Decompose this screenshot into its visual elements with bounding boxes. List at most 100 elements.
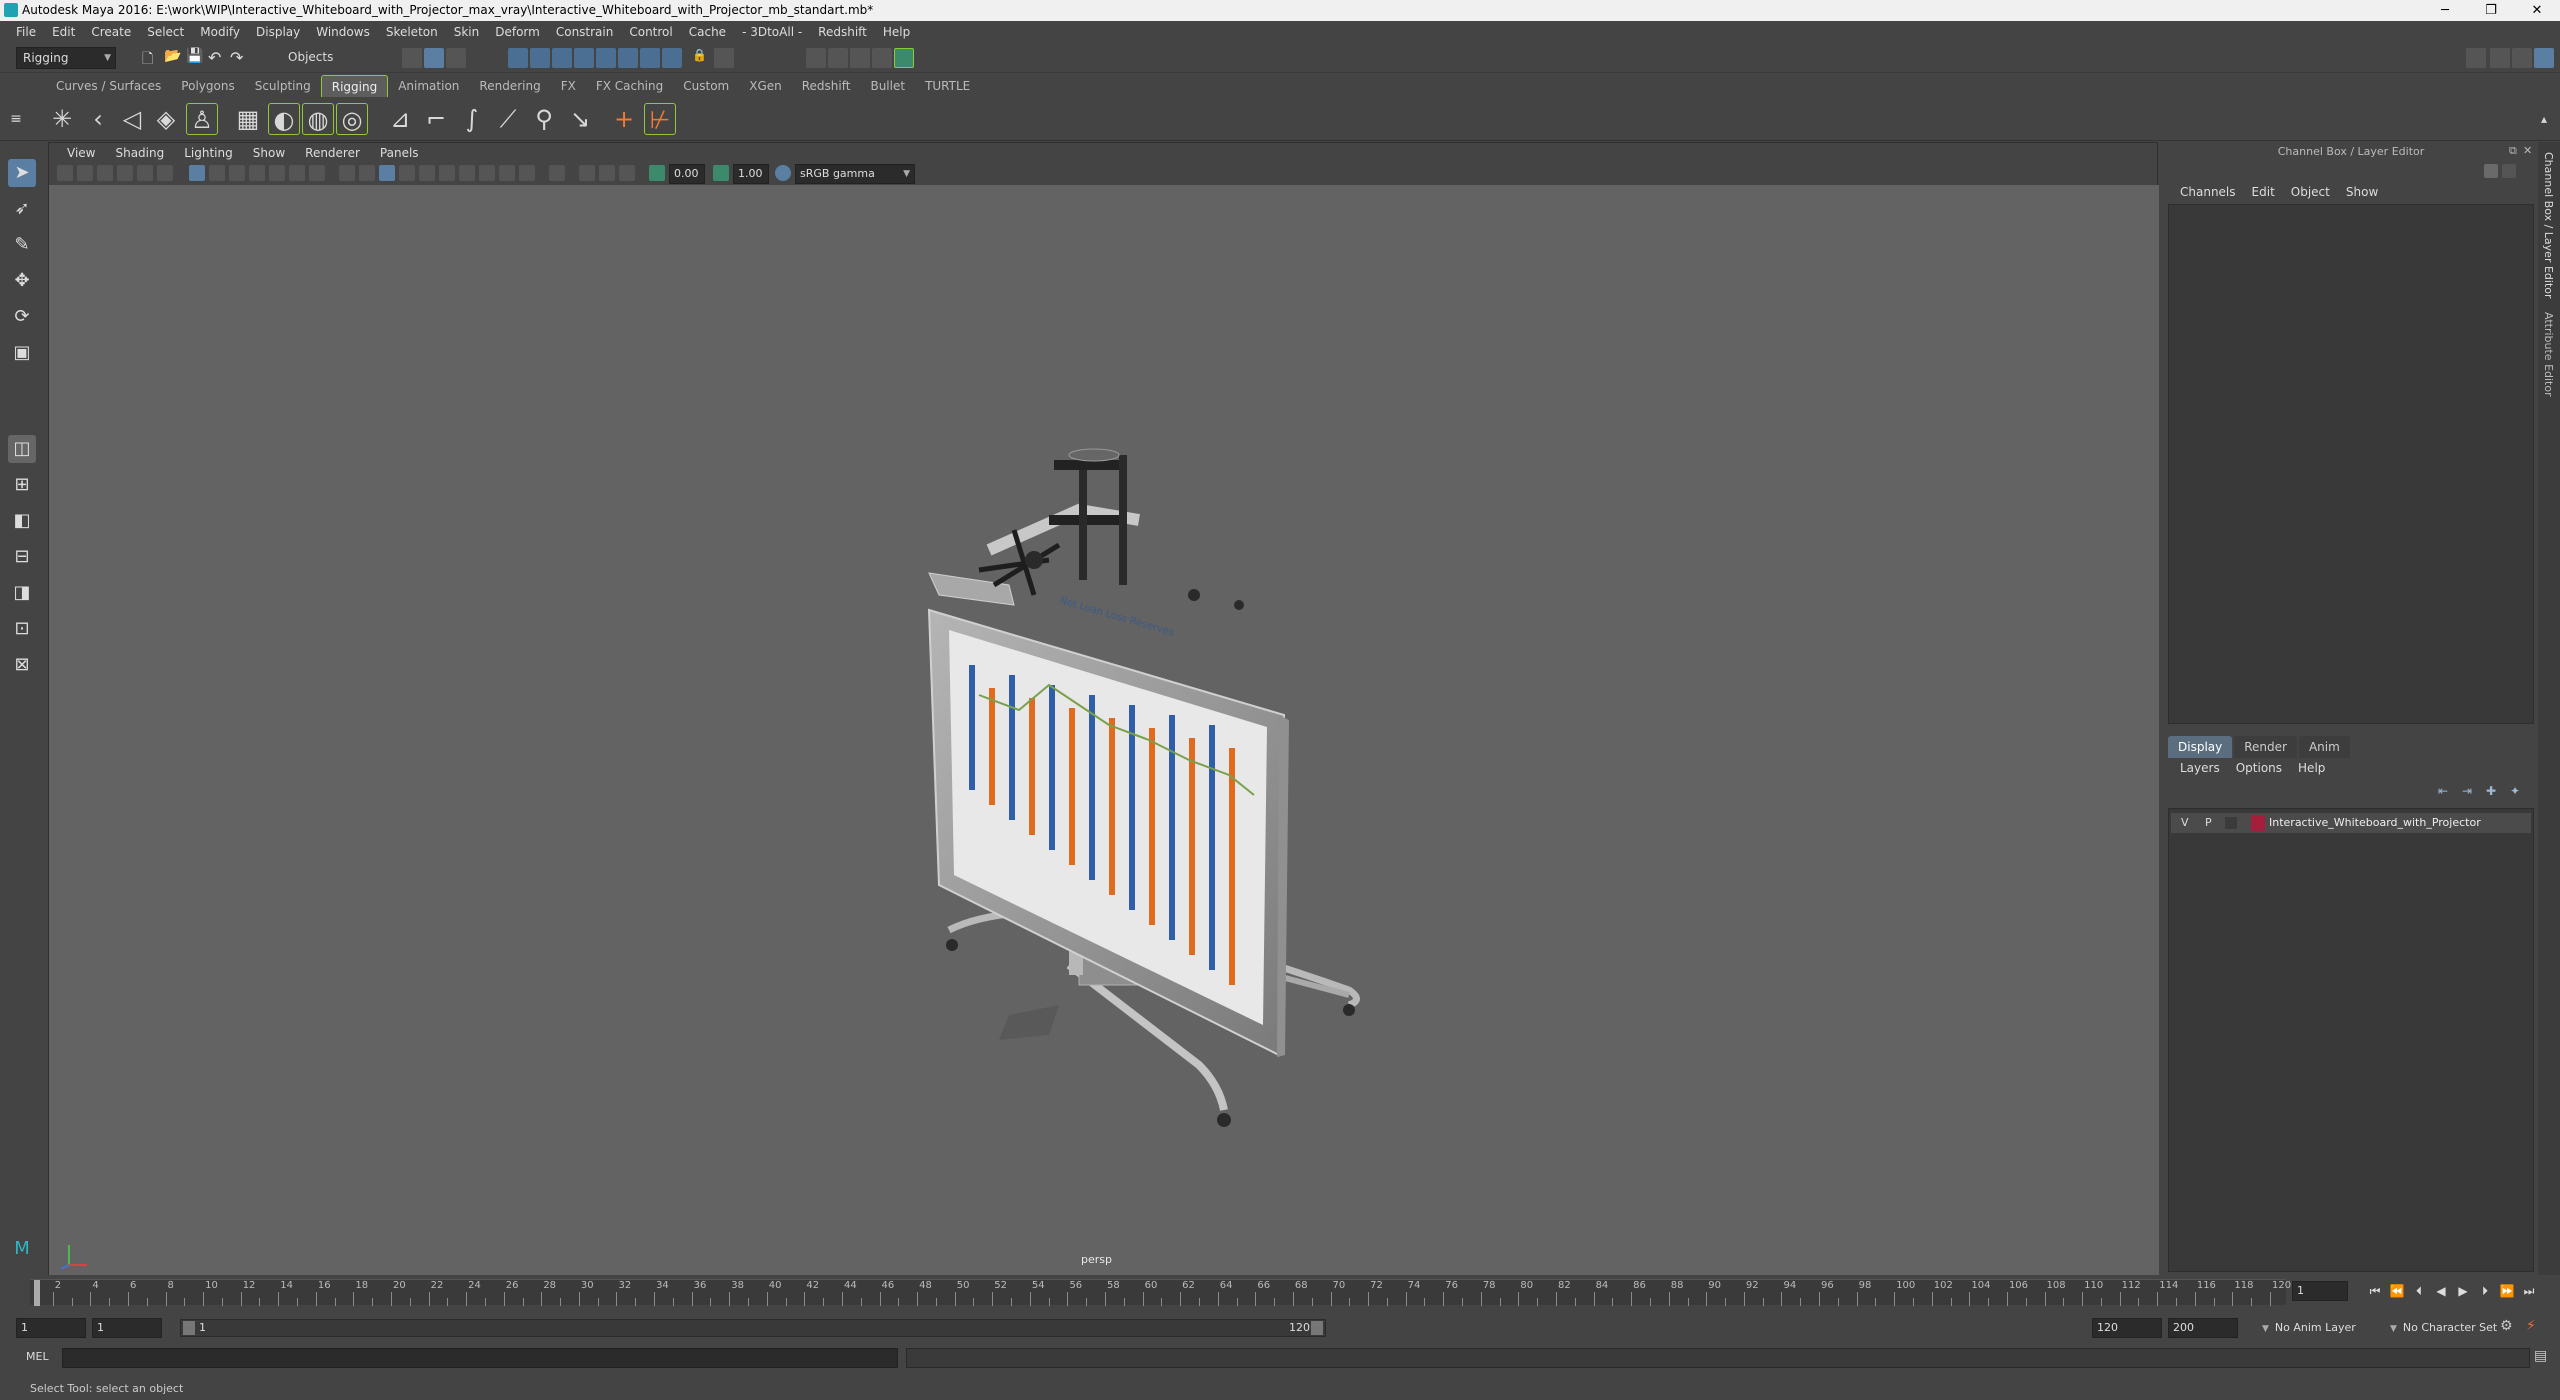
- render-settings-icon[interactable]: [850, 48, 870, 68]
- xray-joints-icon[interactable]: [599, 165, 615, 181]
- symmetry-icon[interactable]: [662, 48, 682, 68]
- rotate-tool-icon[interactable]: ⟳: [8, 303, 36, 331]
- layer-visibility-toggle[interactable]: V: [2181, 816, 2189, 829]
- color-management-icon[interactable]: [775, 165, 791, 181]
- channel-key-icon[interactable]: [2484, 164, 2498, 178]
- construction-history-icon[interactable]: [714, 48, 734, 68]
- channel-box-toggle-icon[interactable]: [2534, 48, 2554, 68]
- point-constraint-icon[interactable]: +: [608, 103, 640, 135]
- wire-deformer-icon[interactable]: ∫: [456, 103, 488, 135]
- shelf-tab-bullet[interactable]: Bullet: [860, 75, 915, 97]
- restore-button[interactable]: ❐: [2468, 0, 2514, 21]
- shelf-tab-polygons[interactable]: Polygons: [171, 75, 244, 97]
- persp-graph-icon[interactable]: ⊟: [8, 543, 36, 571]
- step-back-frame-icon[interactable]: ⏴: [2408, 1280, 2430, 1302]
- selection-mode-dropdown[interactable]: Objects: [282, 47, 378, 69]
- viewport-menu-lighting[interactable]: Lighting: [174, 143, 243, 163]
- camera-attributes-icon[interactable]: [77, 165, 93, 181]
- save-scene-icon[interactable]: 💾: [186, 48, 206, 68]
- open-scene-icon[interactable]: 📂: [164, 48, 184, 68]
- bookmark-icon[interactable]: [97, 165, 113, 181]
- hypershade-icon[interactable]: [872, 48, 892, 68]
- snap-grid-icon[interactable]: [508, 48, 528, 68]
- move-layer-down-icon[interactable]: ⇥: [2462, 784, 2478, 800]
- exposure-field[interactable]: 0.00: [669, 164, 705, 184]
- menu-create[interactable]: Create: [83, 21, 139, 43]
- range-start-handle[interactable]: [183, 1321, 195, 1335]
- move-layer-up-icon[interactable]: ⇤: [2438, 784, 2454, 800]
- menu-help[interactable]: Help: [875, 21, 918, 43]
- playback-start-field[interactable]: 1: [92, 1318, 162, 1338]
- joint-tool-icon[interactable]: ✳: [46, 103, 78, 135]
- channel-settings-icon[interactable]: [2502, 164, 2516, 178]
- range-end-handle[interactable]: [1311, 1321, 1323, 1335]
- film-gate-icon[interactable]: [209, 165, 225, 181]
- new-layer-selected-icon[interactable]: ✦: [2510, 784, 2526, 800]
- wrap-deformer-icon[interactable]: ⟋: [492, 103, 524, 135]
- ambient-occlusion-icon[interactable]: [459, 165, 475, 181]
- layer-help-menu[interactable]: Help: [2290, 758, 2333, 780]
- lasso-tool-icon[interactable]: ➶: [8, 195, 36, 223]
- bind-skin-icon[interactable]: ◐: [268, 103, 300, 135]
- menu-cache[interactable]: Cache: [681, 21, 734, 43]
- sculpt-deformer-icon[interactable]: ⚲: [528, 103, 560, 135]
- channel-edit-menu[interactable]: Edit: [2244, 182, 2283, 202]
- shelf-scroll-icon[interactable]: ▴: [2534, 103, 2554, 135]
- anim-layer-dropdown[interactable]: ▼ No Anim Layer: [2262, 1318, 2382, 1338]
- grease-pencil-icon[interactable]: [157, 165, 173, 181]
- layer-color-swatch[interactable]: [2251, 815, 2265, 831]
- isolate-select-icon[interactable]: [549, 165, 565, 181]
- depth-of-field-icon[interactable]: [519, 165, 535, 181]
- menu-skin[interactable]: Skin: [446, 21, 488, 43]
- playback-end-field[interactable]: 120: [2092, 1318, 2162, 1338]
- use-all-lights-icon[interactable]: [419, 165, 435, 181]
- channel-show-menu[interactable]: Show: [2338, 182, 2386, 202]
- snap-view-plane-icon[interactable]: [574, 48, 594, 68]
- side-tab-attribute-editor[interactable]: Attribute Editor: [2542, 312, 2555, 397]
- close-panel-icon[interactable]: ✕: [2523, 144, 2532, 157]
- play-forward-icon[interactable]: ▶: [2452, 1280, 2474, 1302]
- select-component-icon[interactable]: [446, 48, 466, 68]
- time-slider[interactable]: 2 4 6 8 10 12 14 16 18 20 22 24 26 28 30 32 34 36 38 40 42 44…: [16, 1275, 2291, 1306]
- shelf-tab-xgen[interactable]: XGen: [739, 75, 792, 97]
- layer-reference-toggle[interactable]: [2225, 817, 2237, 829]
- script-editor-icon[interactable]: ▤: [2534, 1348, 2554, 1368]
- channels-menu[interactable]: Channels: [2172, 182, 2244, 202]
- viewport-menu-view[interactable]: View: [57, 143, 105, 163]
- start-time-field[interactable]: 1: [16, 1318, 86, 1338]
- safe-action-icon[interactable]: [289, 165, 305, 181]
- smooth-skin-icon[interactable]: ◍: [302, 103, 334, 135]
- safe-title-icon[interactable]: [309, 165, 325, 181]
- command-input[interactable]: [62, 1348, 898, 1368]
- paint-select-icon[interactable]: ✎: [8, 231, 36, 259]
- layer-name[interactable]: Interactive_Whiteboard_with_Projector: [2269, 816, 2481, 829]
- select-object-icon[interactable]: [424, 48, 444, 68]
- lock-icon[interactable]: 🔒: [692, 48, 712, 68]
- camera-select-icon[interactable]: [57, 165, 73, 181]
- menu-skeleton[interactable]: Skeleton: [378, 21, 446, 43]
- single-view-icon[interactable]: ◫: [8, 435, 36, 463]
- step-forward-frame-icon[interactable]: ⏵: [2474, 1280, 2496, 1302]
- layer-row[interactable]: V P Interactive_Whiteboard_with_Projecto…: [2171, 813, 2531, 833]
- scale-tool-icon[interactable]: ▣: [8, 339, 36, 367]
- new-scene-icon[interactable]: 🗋: [142, 48, 162, 68]
- workspace-icon[interactable]: [2466, 48, 2486, 68]
- menu-modify[interactable]: Modify: [192, 21, 248, 43]
- shelf-tab-fx[interactable]: FX: [551, 75, 586, 97]
- parent-constraint-icon[interactable]: ⊬: [644, 103, 676, 135]
- snap-together-icon[interactable]: [618, 48, 638, 68]
- viewport-menu-shading[interactable]: Shading: [105, 143, 174, 163]
- side-tab-channel-box[interactable]: Channel Box / Layer Editor: [2542, 152, 2555, 299]
- time-slider-track[interactable]: 2 4 6 8 10 12 14 16 18 20 22 24 26 28 30 32 34 36 38 40 42 44…: [30, 1279, 2291, 1306]
- motion-blur-icon[interactable]: [479, 165, 495, 181]
- range-bar[interactable]: 1 120: [180, 1319, 1326, 1337]
- menu-3dtoall[interactable]: - 3DtoAll -: [734, 21, 810, 43]
- shelf-tab-custom[interactable]: Custom: [673, 75, 739, 97]
- layer-options-menu[interactable]: Options: [2228, 758, 2290, 780]
- quick-rig-icon[interactable]: ♙: [186, 103, 218, 135]
- gamma-field[interactable]: 1.00: [733, 164, 769, 184]
- textured-icon[interactable]: [399, 165, 415, 181]
- go-to-end-icon[interactable]: ⏭: [2518, 1280, 2540, 1302]
- menu-control[interactable]: Control: [621, 21, 680, 43]
- color-space-dropdown[interactable]: sRGB gamma ▼: [795, 164, 915, 184]
